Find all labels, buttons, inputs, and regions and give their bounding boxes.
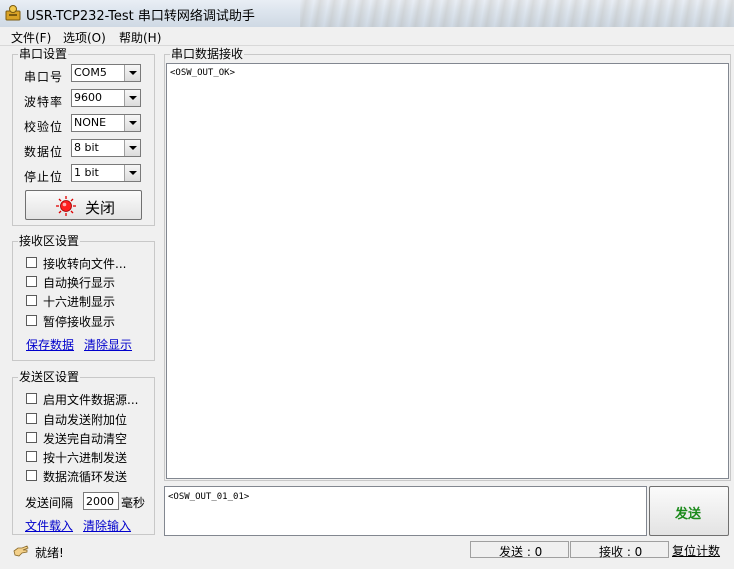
menu-options[interactable]: 选项(O) (63, 29, 106, 46)
stopbits-value: 1 bit (74, 166, 99, 179)
menu-bar: 文件(F) 选项(O) 帮助(H) (0, 27, 734, 46)
chevron-down-icon[interactable] (124, 140, 140, 156)
save-data-link[interactable]: 保存数据 (26, 336, 74, 353)
pause-receive-label: 暂停接收显示 (43, 315, 116, 329)
window-title: USR-TCP232-Test 串口转网络调试助手 (26, 9, 255, 24)
auto-clear-label: 发送完自动清空 (43, 432, 128, 446)
send-button-label: 发送 (675, 507, 702, 522)
baud-select[interactable]: 9600 (71, 89, 141, 107)
auto-wrap-checkbox[interactable] (26, 276, 37, 287)
send-content: <OSW_OUT_01_01> (168, 492, 250, 502)
file-source-label: 启用文件数据源... (43, 393, 139, 407)
databits-label: 数据位 (24, 145, 64, 159)
chevron-down-icon[interactable] (124, 65, 140, 81)
reset-count-link[interactable]: 复位计数 (672, 542, 720, 559)
hex-send-label: 按十六进制发送 (43, 451, 128, 465)
sent-count-panel: 发送 : 0 (470, 541, 569, 559)
title-bar[interactable]: USR-TCP232-Test 串口转网络调试助手 (0, 0, 734, 27)
close-port-label: 关闭 (85, 199, 116, 217)
app-icon (5, 5, 21, 21)
receive-settings-title: 接收区设置 (18, 234, 81, 248)
receive-textarea[interactable]: <OSW_OUT_OK> (166, 63, 729, 479)
loop-send-checkbox[interactable] (26, 470, 37, 481)
send-interval-unit: 毫秒 (121, 496, 146, 510)
hex-display-checkbox[interactable] (26, 295, 37, 306)
menu-file[interactable]: 文件(F) (11, 29, 51, 46)
receive-area-title: 串口数据接收 (170, 47, 245, 61)
send-interval-label: 发送间隔 (25, 496, 74, 510)
hex-send-checkbox[interactable] (26, 451, 37, 462)
parity-select[interactable]: NONE (71, 114, 141, 132)
clear-input-link[interactable]: 清除输入 (83, 517, 131, 534)
baud-label: 波特率 (24, 95, 64, 109)
databits-value: 8 bit (74, 141, 99, 154)
port-label: 串口号 (24, 70, 64, 84)
parity-value: NONE (74, 116, 107, 129)
port-select[interactable]: COM5 (71, 64, 141, 82)
send-interval-input[interactable] (83, 492, 119, 510)
send-settings-title: 发送区设置 (18, 370, 81, 384)
receive-content: <OSW_OUT_OK> (170, 68, 236, 78)
hex-display-label: 十六进制显示 (43, 295, 116, 309)
parity-label: 校验位 (24, 120, 64, 134)
stopbits-select[interactable]: 1 bit (71, 164, 141, 182)
status-ready: 就绪! (35, 546, 64, 560)
file-load-link[interactable]: 文件载入 (25, 517, 73, 534)
clear-display-link[interactable]: 清除显示 (84, 336, 132, 353)
append-bits-label: 自动发送附加位 (43, 413, 128, 427)
file-source-checkbox[interactable] (26, 393, 37, 404)
serial-settings-title: 串口设置 (18, 47, 69, 61)
chevron-down-icon[interactable] (124, 115, 140, 131)
port-value: COM5 (74, 66, 107, 79)
close-port-button[interactable]: 关闭 (25, 190, 142, 220)
append-bits-checkbox[interactable] (26, 413, 37, 424)
send-button[interactable]: 发送 (649, 486, 729, 536)
chevron-down-icon[interactable] (124, 165, 140, 181)
baud-value: 9600 (74, 91, 102, 104)
received-count-panel: 接收 : 0 (570, 541, 669, 559)
hand-icon (13, 545, 29, 557)
auto-clear-checkbox[interactable] (26, 432, 37, 443)
receive-to-file-label: 接收转向文件... (43, 257, 127, 271)
auto-wrap-label: 自动换行显示 (43, 276, 116, 290)
databits-select[interactable]: 8 bit (71, 139, 141, 157)
chevron-down-icon[interactable] (124, 90, 140, 106)
loop-send-label: 数据流循环发送 (43, 470, 128, 484)
stopbits-label: 停止位 (24, 170, 64, 184)
sent-count: 发送 : 0 (499, 545, 543, 559)
send-textarea[interactable]: <OSW_OUT_01_01> (164, 486, 647, 536)
red-light-icon (56, 196, 76, 216)
receive-to-file-checkbox[interactable] (26, 257, 37, 268)
received-count: 接收 : 0 (599, 545, 643, 559)
pause-receive-checkbox[interactable] (26, 315, 37, 326)
menu-help[interactable]: 帮助(H) (119, 29, 161, 46)
